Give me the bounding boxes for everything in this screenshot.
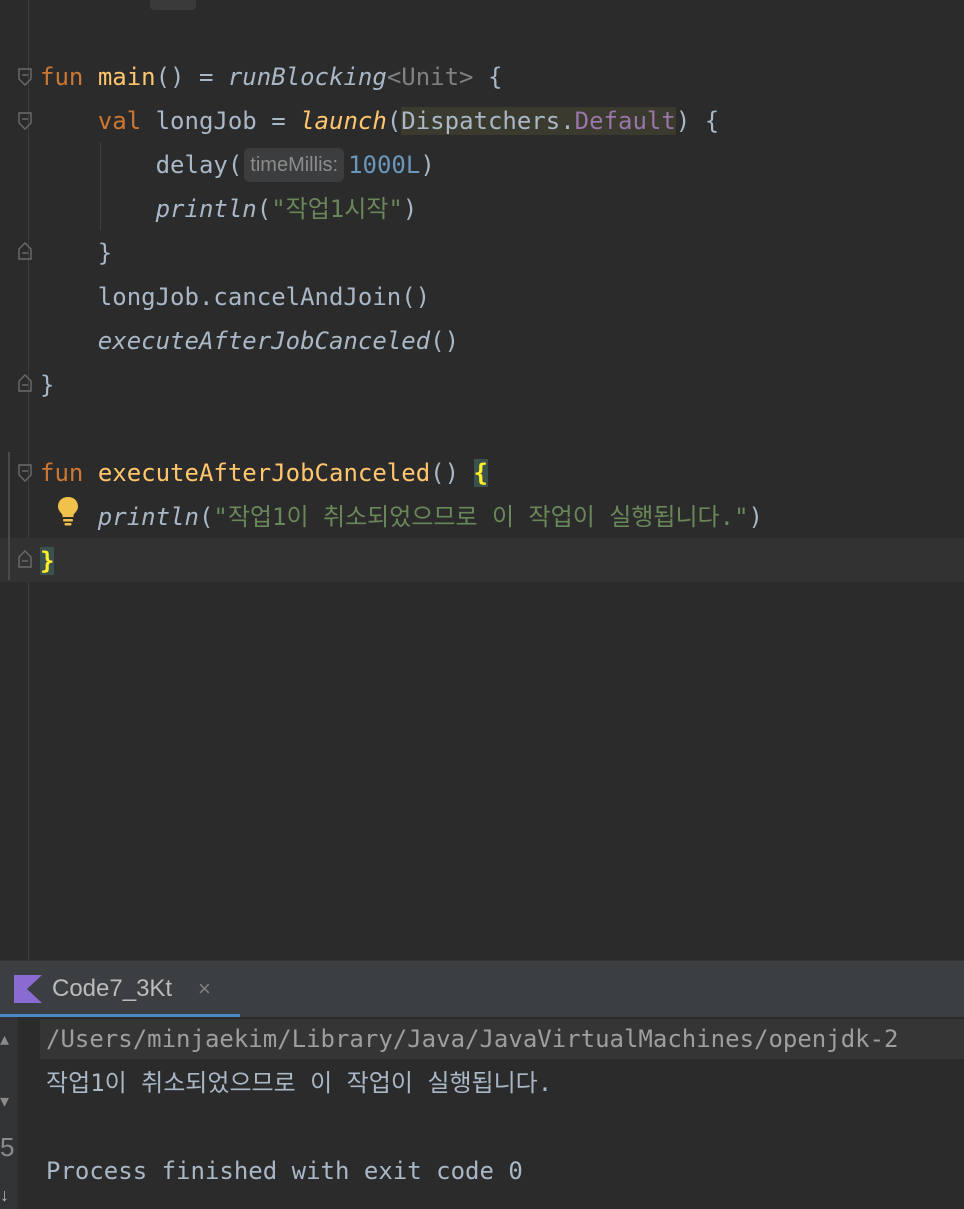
code-text: ( [198, 503, 214, 531]
code-text: () [430, 327, 460, 355]
run-tab-label: Code7_3Kt [52, 975, 173, 1002]
code-text: ( [256, 195, 272, 223]
code-line[interactable]: } [40, 363, 54, 407]
code-line[interactable]: println("작업1시작") [40, 187, 418, 231]
fold-end-icon[interactable] [18, 374, 32, 392]
number-literal: 1000L [348, 151, 421, 179]
fold-marker-icon[interactable] [18, 464, 32, 482]
closing-brace: } [97, 239, 113, 267]
code-text: () = [155, 63, 228, 91]
console-output-line: 작업1이 취소되었으므로 이 작업이 실행됩니다. [46, 1069, 553, 1097]
scroll-down-icon[interactable]: ▾ [0, 1091, 14, 1111]
close-icon[interactable]: × [198, 961, 211, 1017]
fold-end-icon[interactable] [18, 550, 32, 568]
code-text: () [430, 459, 474, 487]
console-exit-line: Process finished with exit code 0 [46, 1157, 523, 1185]
string-literal: "작업1이 취소되었으므로 이 작업이 실행됩니다." [213, 503, 749, 531]
code-text: longJob.cancelAndJoin() [97, 283, 431, 311]
run-tab[interactable]: Code7_3Kt × [0, 961, 240, 1017]
matched-brace: { [473, 459, 488, 487]
lightbulb-icon[interactable] [56, 496, 80, 526]
keyword: val [97, 107, 142, 135]
run-tab-bar: Code7_3Kt × [0, 961, 964, 1017]
code-text: ) { [675, 107, 720, 135]
code-line[interactable]: delay(timeMillis: 1000L) [40, 143, 435, 187]
code-line[interactable]: } [40, 539, 55, 583]
code-line[interactable]: val longJob = launch(Dispatchers.Default… [40, 99, 719, 143]
code-text: longJob = [141, 107, 301, 135]
kotlin-icon [14, 975, 42, 1003]
code-text: { [473, 63, 503, 91]
parameter-hint: timeMillis: [244, 148, 345, 182]
function-name: executeAfterJobCanceled [97, 459, 431, 487]
fold-end-icon[interactable] [18, 242, 32, 260]
run-panel: Code7_3Kt × ▴ ▾ 5 ↓ /Users/minjaekim/Lib… [0, 960, 964, 1209]
code-editor[interactable]: fun main() = runBlocking<Unit> { val lon… [0, 0, 964, 960]
code-line[interactable]: executeAfterJobCanceled() [40, 319, 459, 363]
code-text: ) [402, 195, 418, 223]
class-name: Dispatchers. [401, 107, 575, 135]
highlighted-argument: Dispatchers.Default [401, 107, 676, 135]
console-command: /Users/minjaekim/Library/Java/JavaVirtua… [46, 1025, 899, 1053]
function-call: delay( [155, 151, 243, 179]
function-call: launch [300, 107, 387, 135]
code-text: ) [748, 503, 763, 531]
string-literal: "작업1시작" [271, 195, 403, 223]
change-marker [8, 452, 10, 580]
scroll-stub [150, 0, 196, 10]
console-output[interactable]: ▴ ▾ 5 ↓ /Users/minjaekim/Library/Java/Ja… [0, 1017, 964, 1209]
code-text: ) [420, 151, 435, 179]
type-argument: <Unit> [386, 63, 474, 91]
code-line[interactable]: fun executeAfterJobCanceled() { [40, 451, 488, 495]
code-line[interactable]: fun main() = runBlocking<Unit> { [40, 55, 502, 99]
function-call: executeAfterJobCanceled [97, 327, 431, 355]
matched-brace: } [40, 547, 55, 575]
function-call: println [97, 503, 199, 531]
code-line[interactable]: longJob.cancelAndJoin() [40, 275, 430, 319]
code-line[interactable]: println("작업1이 취소되었으므로 이 작업이 실행됩니다.") [40, 495, 763, 539]
code-line[interactable]: } [40, 231, 112, 275]
keyword: fun [40, 459, 84, 487]
function-call: println [155, 195, 257, 223]
scroll-up-icon[interactable]: ▴ [0, 1029, 14, 1049]
gutter-mark: 5 [0, 1132, 15, 1162]
fold-marker-icon[interactable] [18, 112, 32, 130]
code-text: ( [386, 107, 402, 135]
console-toolbar: ▴ ▾ 5 ↓ [0, 1017, 18, 1209]
soft-wrap-icon[interactable]: ↓ [0, 1185, 14, 1205]
keyword: fun [40, 63, 84, 91]
closing-brace: } [40, 371, 55, 399]
property: Default [574, 107, 676, 135]
fold-marker-icon[interactable] [18, 68, 32, 86]
function-name: main [97, 63, 156, 91]
function-call: runBlocking [227, 63, 387, 91]
current-line-highlight [0, 538, 964, 582]
